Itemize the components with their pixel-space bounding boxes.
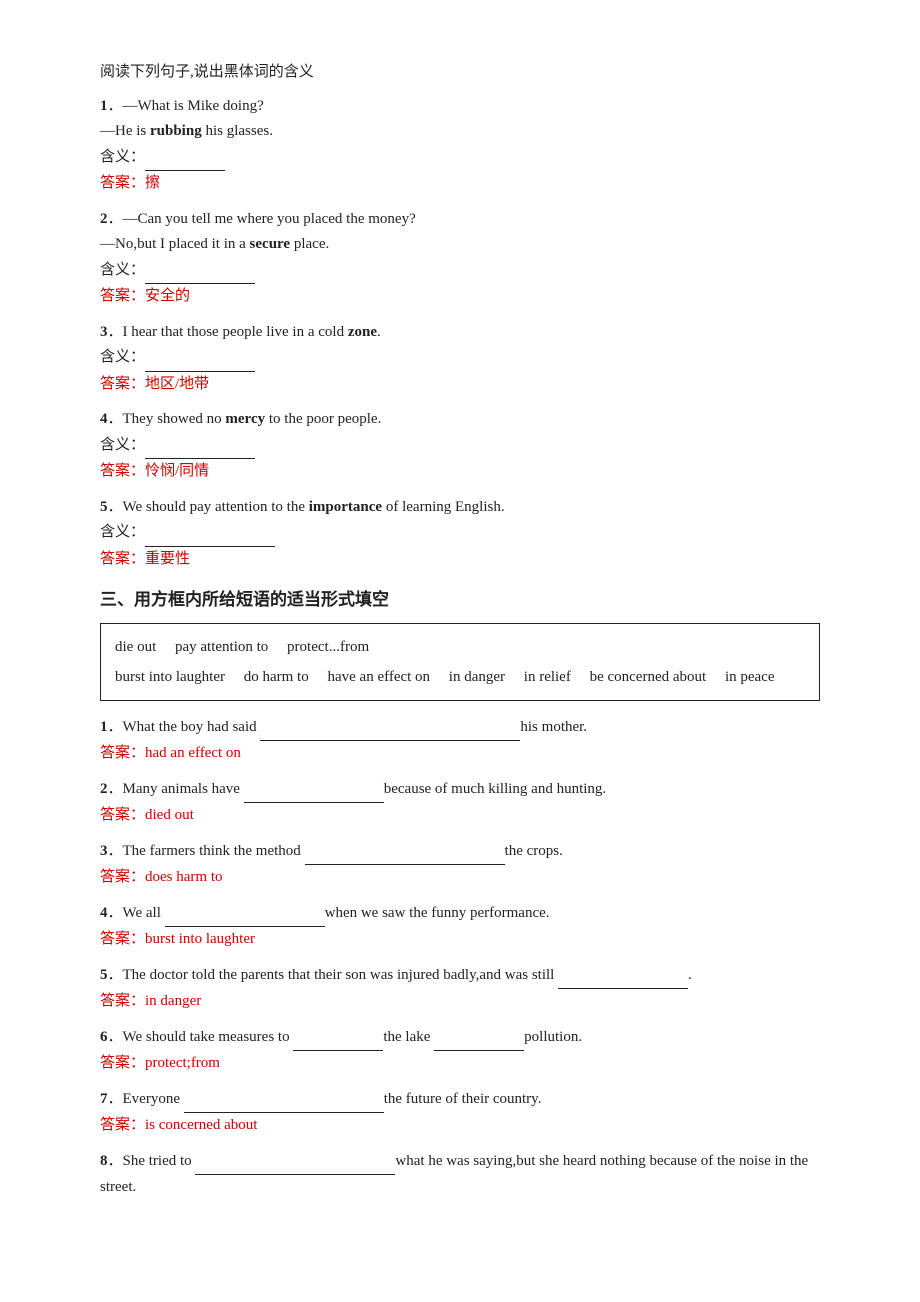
q2-line1: 2．—Can you tell me where you placed the … xyxy=(100,207,820,233)
question-4: 4．They showed no mercy to the poor peopl… xyxy=(100,407,820,485)
q2-line2: —No,but I placed it in a secure place. xyxy=(100,232,820,258)
s3-q7-answer: 答案：is concerned about xyxy=(100,1113,820,1139)
s3-q8-line: 8．She tried to what he was saying,but sh… xyxy=(100,1149,820,1201)
q2-meaning: 含义： xyxy=(100,258,820,285)
s3-q7-line: 7．Everyone the future of their country. xyxy=(100,1087,820,1114)
section3-title: 三、用方框内所给短语的适当形式填空 xyxy=(100,586,820,615)
s3-question-8: 8．She tried to what he was saying,but sh… xyxy=(100,1149,820,1201)
s3-question-7: 7．Everyone the future of their country. … xyxy=(100,1087,820,1139)
s3-q1-line: 1．What the boy had said his mother. xyxy=(100,715,820,742)
s3-question-2: 2．Many animals have because of much kill… xyxy=(100,777,820,829)
s3-q1-answer: 答案：had an effect on xyxy=(100,741,820,767)
s3-question-3: 3．The farmers think the method the crops… xyxy=(100,839,820,891)
q1-meaning: 含义： xyxy=(100,145,820,172)
s3-q4-line: 4．We all when we saw the funny performan… xyxy=(100,901,820,928)
q4-line1: 4．They showed no mercy to the poor peopl… xyxy=(100,407,820,433)
q3-answer: 答案：地区/地带 xyxy=(100,372,820,398)
s3-q3-line: 3．The farmers think the method the crops… xyxy=(100,839,820,866)
s3-question-5: 5．The doctor told the parents that their… xyxy=(100,963,820,1015)
s3-q2-answer: 答案：died out xyxy=(100,803,820,829)
s3-question-6: 6．We should take measures to the lake po… xyxy=(100,1025,820,1077)
s3-q2-line: 2．Many animals have because of much kill… xyxy=(100,777,820,804)
question-5: 5．We should pay attention to the importa… xyxy=(100,495,820,573)
s3-q6-answer: 答案：protect;from xyxy=(100,1051,820,1077)
question-2: 2．—Can you tell me where you placed the … xyxy=(100,207,820,310)
phrase-row-2: burst into laughter do harm to have an e… xyxy=(115,662,805,692)
q1-line2: —He is rubbing his glasses. xyxy=(100,119,820,145)
s3-q4-answer: 答案：burst into laughter xyxy=(100,927,820,953)
s3-q5-answer: 答案：in danger xyxy=(100,989,820,1015)
q5-answer: 答案：重要性 xyxy=(100,547,820,573)
q4-answer: 答案：怜悯/同情 xyxy=(100,459,820,485)
q1-line1: 1．—What is Mike doing? xyxy=(100,94,820,120)
q1-answer: 答案：擦 xyxy=(100,171,820,197)
s3-q6-line: 6．We should take measures to the lake po… xyxy=(100,1025,820,1052)
q5-line1: 5．We should pay attention to the importa… xyxy=(100,495,820,521)
s3-q3-answer: 答案：does harm to xyxy=(100,865,820,891)
phrase-box: die out pay attention to protect...from … xyxy=(100,623,820,701)
s3-q5-line: 5．The doctor told the parents that their… xyxy=(100,963,820,990)
section2-instruction: 阅读下列句子,说出黑体词的含义 xyxy=(100,60,820,86)
q2-answer: 答案：安全的 xyxy=(100,284,820,310)
q5-meaning: 含义： xyxy=(100,520,820,547)
question-3: 3．I hear that those people live in a col… xyxy=(100,320,820,398)
phrase-row-1: die out pay attention to protect...from xyxy=(115,632,805,662)
q4-meaning: 含义： xyxy=(100,433,820,460)
s3-question-4: 4．We all when we saw the funny performan… xyxy=(100,901,820,953)
s3-question-1: 1．What the boy had said his mother. 答案：h… xyxy=(100,715,820,767)
question-1: 1．—What is Mike doing? —He is rubbing hi… xyxy=(100,94,820,197)
q3-line1: 3．I hear that those people live in a col… xyxy=(100,320,820,346)
q3-meaning: 含义： xyxy=(100,345,820,372)
